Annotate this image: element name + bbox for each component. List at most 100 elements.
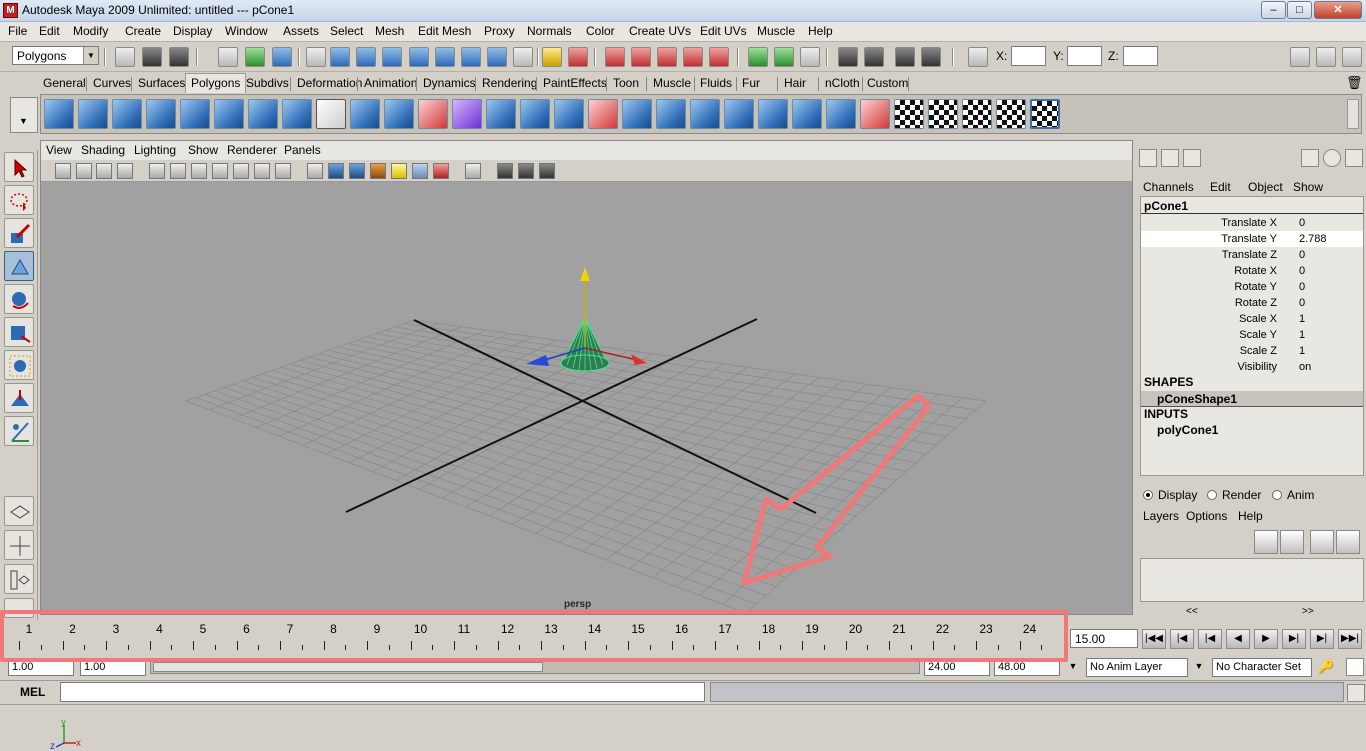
spherical-map-icon[interactable] xyxy=(996,99,1026,129)
input-output-icon[interactable] xyxy=(748,47,768,67)
channel-box-menu-object[interactable]: Object xyxy=(1248,180,1283,194)
high-quality-icon[interactable] xyxy=(433,163,449,179)
select-misc-icon[interactable] xyxy=(513,47,533,67)
isolate-select-icon[interactable] xyxy=(465,163,481,179)
go-to-end-button[interactable]: ▶▶| xyxy=(1338,629,1362,649)
layer-menu-options[interactable]: Options xyxy=(1186,509,1227,523)
menu-file[interactable]: File xyxy=(8,24,27,38)
use-all-lights-icon[interactable] xyxy=(391,163,407,179)
uv-checker-icon[interactable] xyxy=(894,99,924,129)
menu-normals[interactable]: Normals xyxy=(527,24,572,38)
select-camera-icon[interactable] xyxy=(55,163,71,179)
scale-tool[interactable] xyxy=(4,317,34,347)
render-current-icon[interactable] xyxy=(864,47,884,67)
separate-icon[interactable] xyxy=(384,99,414,129)
range-slider-handle[interactable] xyxy=(153,662,543,672)
menu-muscle[interactable]: Muscle xyxy=(757,24,795,38)
shelf-menu[interactable]: ▼ xyxy=(10,97,38,133)
shelf-tab-surfaces[interactable]: Surfaces xyxy=(135,76,188,90)
both-view-icon[interactable] xyxy=(1183,149,1201,167)
two-d-pan-zoom-icon[interactable] xyxy=(170,163,186,179)
viewport-menu-show[interactable]: Show xyxy=(188,143,218,157)
mel-input[interactable] xyxy=(60,682,705,702)
universal-manipulator-tool[interactable] xyxy=(4,350,34,380)
textured-icon[interactable] xyxy=(370,163,386,179)
shelf-tab-fluids[interactable]: Fluids xyxy=(697,76,735,90)
attribute-editor-icon[interactable] xyxy=(1290,47,1310,67)
move-tool[interactable] xyxy=(4,251,34,281)
attr-row[interactable]: Translate X0 xyxy=(1141,215,1363,231)
camera-attributes-icon[interactable] xyxy=(96,163,112,179)
chamfer-icon[interactable] xyxy=(792,99,822,129)
shelf-tab-rendering[interactable]: Rendering xyxy=(479,76,540,90)
channel-box-menu-show[interactable]: Show xyxy=(1293,180,1323,194)
uv-editor-icon[interactable] xyxy=(1030,99,1060,129)
snap-view-plane-icon[interactable] xyxy=(683,47,703,67)
single-perspective-layout-icon[interactable] xyxy=(4,496,34,526)
mask-dropdown-icon[interactable] xyxy=(306,47,326,67)
layer-list[interactable] xyxy=(1140,558,1364,602)
menu-proxy[interactable]: Proxy xyxy=(484,24,515,38)
select-surfaces-icon[interactable] xyxy=(409,47,429,67)
select-component-icon[interactable] xyxy=(272,47,292,67)
menu-create-uvs[interactable]: Create UVs xyxy=(629,24,691,38)
lock-camera-icon[interactable] xyxy=(76,163,92,179)
shelf-tab-toon[interactable]: Toon xyxy=(610,76,642,90)
collapse-right-button[interactable]: >> xyxy=(1302,606,1314,617)
show-manipulator-tool[interactable] xyxy=(4,416,34,446)
menu-edit-mesh[interactable]: Edit Mesh xyxy=(418,24,471,38)
channel-box-view-icon[interactable] xyxy=(1139,149,1157,167)
anim-layer-dropdown-arrow[interactable]: ▼ xyxy=(1064,658,1082,677)
combine-icon[interactable] xyxy=(350,99,380,129)
soft-modification-tool[interactable] xyxy=(4,383,34,413)
make-live-icon[interactable] xyxy=(709,47,729,67)
step-forward-key-button[interactable]: ▶| xyxy=(1282,629,1306,649)
menu-mesh[interactable]: Mesh xyxy=(375,24,404,38)
lock-selection-icon[interactable] xyxy=(542,47,562,67)
character-set-dropdown[interactable]: No Character Set xyxy=(1212,658,1312,677)
object-name[interactable]: pCone1 xyxy=(1144,199,1188,213)
paint-icon[interactable] xyxy=(1345,149,1363,167)
menu-edit-uvs[interactable]: Edit UVs xyxy=(700,24,747,38)
menu-modify[interactable]: Modify xyxy=(73,24,108,38)
bevel-icon[interactable] xyxy=(758,99,788,129)
poly-prism-icon[interactable] xyxy=(248,99,278,129)
sculpt-icon[interactable] xyxy=(860,99,890,129)
history-icon[interactable] xyxy=(774,47,794,67)
poly-cone-icon[interactable] xyxy=(146,99,176,129)
cylindrical-map-icon[interactable] xyxy=(962,99,992,129)
viewport-menu-renderer[interactable]: Renderer xyxy=(227,143,277,157)
lasso-tool[interactable] xyxy=(4,185,34,215)
poly-pipe-icon[interactable] xyxy=(282,99,312,129)
character-set-dropdown-arrow[interactable]: ▼ xyxy=(1190,658,1208,677)
bridge-icon[interactable] xyxy=(554,99,584,129)
attr-row[interactable]: Rotate Y0 xyxy=(1141,279,1363,295)
maximize-button[interactable]: □ xyxy=(1287,1,1312,19)
wireframe-icon[interactable] xyxy=(307,163,323,179)
shelf-tab-hair[interactable]: Hair xyxy=(781,76,809,90)
viewport-menu-lighting[interactable]: Lighting xyxy=(134,143,176,157)
input-node[interactable]: polyCone1 xyxy=(1157,423,1218,437)
playback-start-field[interactable]: 1.00 xyxy=(80,658,146,676)
snap-curve-icon[interactable] xyxy=(631,47,651,67)
select-handles-icon[interactable] xyxy=(330,47,350,67)
channel-box-menu-channels[interactable]: Channels xyxy=(1143,180,1194,194)
extrude-icon[interactable] xyxy=(520,99,550,129)
merge-icon[interactable] xyxy=(724,99,754,129)
smooth-proxy-icon[interactable] xyxy=(452,99,482,129)
attr-row[interactable]: Scale Z1 xyxy=(1141,343,1363,359)
film-gate-icon[interactable] xyxy=(212,163,228,179)
close-button[interactable]: ✕ xyxy=(1314,1,1362,19)
image-plane-icon[interactable] xyxy=(149,163,165,179)
viewport-menu-shading[interactable]: Shading xyxy=(81,143,125,157)
preferences-icon[interactable] xyxy=(1346,658,1364,676)
insert-edge-loop-icon[interactable] xyxy=(656,99,686,129)
attr-row[interactable]: Rotate Z0 xyxy=(1141,295,1363,311)
ipr-render-icon[interactable] xyxy=(895,47,915,67)
poly-sphere-icon[interactable] xyxy=(44,99,74,129)
shelf-tab-subdivs[interactable]: Subdivs xyxy=(243,76,292,90)
wireframe-on-shaded-icon[interactable] xyxy=(349,163,365,179)
shelf-tab-curves[interactable]: Curves xyxy=(90,76,134,90)
split-polygon-icon[interactable] xyxy=(622,99,652,129)
select-rendering-icon[interactable] xyxy=(487,47,507,67)
